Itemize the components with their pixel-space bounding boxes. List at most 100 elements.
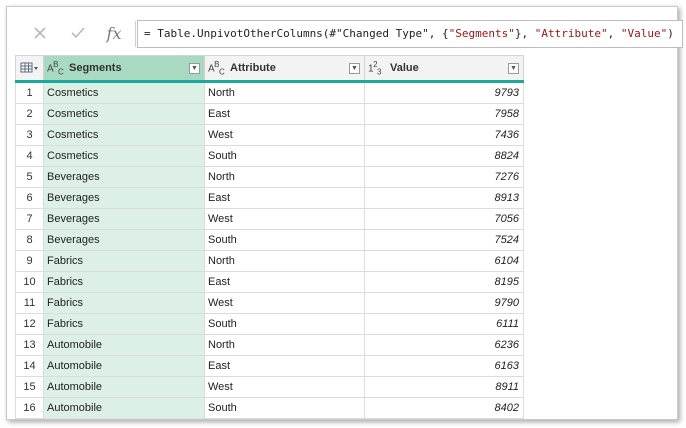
- table-row[interactable]: 10 Fabrics East 8195: [15, 272, 524, 293]
- cell-segment[interactable]: Cosmetics: [44, 83, 205, 104]
- cell-attribute[interactable]: North: [205, 83, 365, 104]
- table-row[interactable]: 16 Automobile South 8402: [15, 398, 524, 419]
- cell-attribute[interactable]: West: [205, 125, 365, 146]
- cell-value[interactable]: 9793: [365, 83, 524, 104]
- cell-value[interactable]: 6104: [365, 251, 524, 272]
- table-row[interactable]: 13 Automobile North 6236: [15, 335, 524, 356]
- table-row[interactable]: 2 Cosmetics East 7958: [15, 104, 524, 125]
- cell-attribute[interactable]: East: [205, 272, 365, 293]
- row-number[interactable]: 13: [15, 335, 44, 356]
- cell-attribute[interactable]: North: [205, 251, 365, 272]
- row-number[interactable]: 6: [15, 188, 44, 209]
- cell-segment[interactable]: Automobile: [44, 335, 205, 356]
- row-number[interactable]: 14: [15, 356, 44, 377]
- cell-attribute[interactable]: East: [205, 104, 365, 125]
- accept-formula-button[interactable]: [65, 20, 91, 46]
- table-row[interactable]: 7 Beverages West 7056: [15, 209, 524, 230]
- table-row[interactable]: 14 Automobile East 6163: [15, 356, 524, 377]
- cell-attribute[interactable]: South: [205, 398, 365, 419]
- cell-value[interactable]: 8824: [365, 146, 524, 167]
- row-number[interactable]: 11: [15, 293, 44, 314]
- cell-value[interactable]: 7524: [365, 230, 524, 251]
- column-header-label: Segments: [69, 62, 122, 74]
- table-row[interactable]: 5 Beverages North 7276: [15, 167, 524, 188]
- column-header-attribute[interactable]: ABC Attribute ▼: [205, 56, 365, 80]
- cell-segment[interactable]: Beverages: [44, 230, 205, 251]
- row-number[interactable]: 7: [15, 209, 44, 230]
- cancel-formula-button[interactable]: [27, 20, 53, 46]
- row-number[interactable]: 8: [15, 230, 44, 251]
- table-row[interactable]: 1 Cosmetics North 9793: [15, 83, 524, 104]
- row-number[interactable]: 16: [15, 398, 44, 419]
- cell-attribute[interactable]: North: [205, 335, 365, 356]
- cell-segment[interactable]: Cosmetics: [44, 104, 205, 125]
- cell-attribute[interactable]: South: [205, 146, 365, 167]
- filter-dropdown-button[interactable]: ▼: [508, 62, 519, 74]
- table-row[interactable]: 11 Fabrics West 9790: [15, 293, 524, 314]
- cell-value[interactable]: 6236: [365, 335, 524, 356]
- row-number[interactable]: 2: [15, 104, 44, 125]
- chevron-down-icon: ▼: [351, 64, 358, 72]
- filter-dropdown-button[interactable]: ▼: [189, 62, 200, 74]
- cell-segment[interactable]: Cosmetics: [44, 146, 205, 167]
- row-number[interactable]: 3: [15, 125, 44, 146]
- data-grid: ABC Segments ▼ ABC Attribute ▼ 123 Value…: [15, 55, 524, 419]
- row-number[interactable]: 5: [15, 167, 44, 188]
- insert-function-button[interactable]: fx: [101, 20, 127, 46]
- cell-segment[interactable]: Fabrics: [44, 314, 205, 335]
- text-type-icon[interactable]: ABC: [208, 60, 228, 76]
- table-row[interactable]: 9 Fabrics North 6104: [15, 251, 524, 272]
- table-row[interactable]: 12 Fabrics South 6111: [15, 314, 524, 335]
- table-row[interactable]: 6 Beverages East 8913: [15, 188, 524, 209]
- cell-segment[interactable]: Automobile: [44, 356, 205, 377]
- cell-segment[interactable]: Fabrics: [44, 251, 205, 272]
- formula-text-part: = Table.UnpivotOtherColumns(#"Changed Ty…: [144, 27, 449, 40]
- cell-value[interactable]: 7958: [365, 104, 524, 125]
- row-number[interactable]: 12: [15, 314, 44, 335]
- cell-value[interactable]: 7056: [365, 209, 524, 230]
- cell-attribute[interactable]: East: [205, 356, 365, 377]
- cell-attribute[interactable]: West: [205, 293, 365, 314]
- row-number[interactable]: 10: [15, 272, 44, 293]
- row-number[interactable]: 9: [15, 251, 44, 272]
- cell-value[interactable]: 8913: [365, 188, 524, 209]
- number-type-icon[interactable]: 123: [368, 60, 388, 76]
- cell-value[interactable]: 9790: [365, 293, 524, 314]
- formula-input[interactable]: = Table.UnpivotOtherColumns(#"Changed Ty…: [137, 20, 683, 48]
- cell-segment[interactable]: Beverages: [44, 209, 205, 230]
- cell-value[interactable]: 7436: [365, 125, 524, 146]
- cell-segment[interactable]: Automobile: [44, 398, 205, 419]
- table-row[interactable]: 15 Automobile West 8911: [15, 377, 524, 398]
- cell-value[interactable]: 8195: [365, 272, 524, 293]
- row-number[interactable]: 4: [15, 146, 44, 167]
- cell-attribute[interactable]: West: [205, 209, 365, 230]
- cell-segment[interactable]: Automobile: [44, 377, 205, 398]
- column-header-value[interactable]: 123 Value ▼: [365, 56, 524, 80]
- power-query-window: fx = Table.UnpivotOtherColumns(#"Changed…: [6, 6, 683, 420]
- row-number[interactable]: 15: [15, 377, 44, 398]
- text-type-icon[interactable]: ABC: [47, 60, 67, 76]
- cell-attribute[interactable]: South: [205, 230, 365, 251]
- cell-value[interactable]: 6111: [365, 314, 524, 335]
- column-header-segments[interactable]: ABC Segments ▼: [44, 56, 205, 80]
- cell-attribute[interactable]: North: [205, 167, 365, 188]
- cell-segment[interactable]: Beverages: [44, 167, 205, 188]
- cell-attribute[interactable]: South: [205, 314, 365, 335]
- cell-segment[interactable]: Fabrics: [44, 272, 205, 293]
- chevron-down-icon: ▼: [510, 64, 517, 72]
- table-menu-button[interactable]: [15, 56, 44, 80]
- cell-value[interactable]: 8402: [365, 398, 524, 419]
- row-number[interactable]: 1: [15, 83, 44, 104]
- cell-segment[interactable]: Cosmetics: [44, 125, 205, 146]
- cell-segment[interactable]: Fabrics: [44, 293, 205, 314]
- filter-dropdown-button[interactable]: ▼: [349, 62, 360, 74]
- cell-attribute[interactable]: West: [205, 377, 365, 398]
- cell-segment[interactable]: Beverages: [44, 188, 205, 209]
- table-row[interactable]: 8 Beverages South 7524: [15, 230, 524, 251]
- cell-attribute[interactable]: East: [205, 188, 365, 209]
- cell-value[interactable]: 7276: [365, 167, 524, 188]
- table-row[interactable]: 3 Cosmetics West 7436: [15, 125, 524, 146]
- table-row[interactable]: 4 Cosmetics South 8824: [15, 146, 524, 167]
- cell-value[interactable]: 8911: [365, 377, 524, 398]
- cell-value[interactable]: 6163: [365, 356, 524, 377]
